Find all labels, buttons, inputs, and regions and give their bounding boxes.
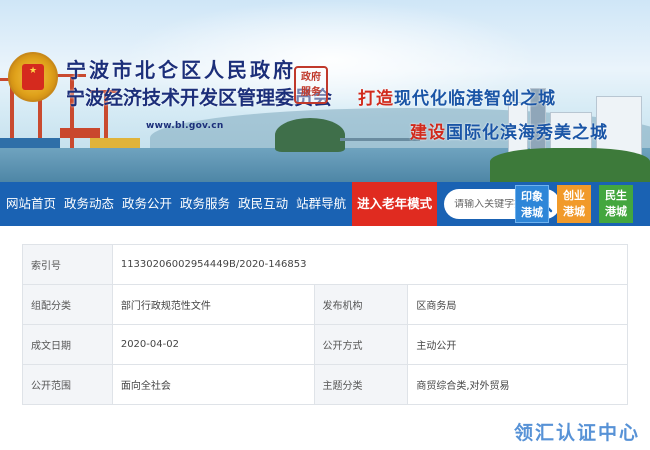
value-disclosure-method: 主动公开 (407, 324, 628, 365)
elder-mode-button[interactable]: 进入老年模式 (352, 182, 438, 226)
tile-livelihood-port-city[interactable]: 民生 港城 (599, 185, 633, 223)
site-title: 宁波市北仑区人民政府 (66, 58, 296, 82)
national-emblem-icon: ★ (8, 52, 58, 102)
nav-item-home[interactable]: 网站首页 (0, 182, 60, 226)
label-disclosure-method: 公开方式 (313, 324, 409, 365)
slogan-1: 打造现代化临港智创之城 (358, 89, 556, 109)
value-category: 部门行政规范性文件 (111, 284, 315, 325)
value-topic-category: 商贸综合类,对外贸易 (407, 364, 628, 405)
label-written-date: 成文日期 (22, 324, 113, 365)
site-url: www.bl.gov.cn (146, 121, 224, 131)
table-row: 索引号 11330206002954449B/2020-146853 (22, 244, 629, 285)
nav-item-news[interactable]: 政务动态 (60, 182, 118, 226)
table-row: 成文日期 2020-04-02 公开方式 主动公开 (22, 324, 628, 365)
main-nav: 网站首页 政务动态 政务公开 政务服务 政民互动 站群导航 进入老年模式 (0, 182, 650, 226)
table-row: 组配分类 部门行政规范性文件 发布机构 区商务局 (22, 284, 628, 325)
value-index-number: 11330206002954449B/2020-146853 (111, 244, 629, 285)
table-row: 公开范围 面向全社会 主题分类 商贸综合类,对外贸易 (22, 364, 628, 405)
label-disclosure-scope: 公开范围 (22, 364, 113, 405)
site-subtitle: 宁波经济技术开发区管理委员会 (66, 87, 333, 109)
nav-item-disclosure[interactable]: 政务公开 (118, 182, 176, 226)
nav-item-services[interactable]: 政务服务 (176, 182, 234, 226)
label-category: 组配分类 (22, 284, 113, 325)
nav-item-interaction[interactable]: 政民互动 (234, 182, 292, 226)
value-publisher: 区商务局 (407, 284, 628, 325)
nav-item-site-nav[interactable]: 站群导航 (292, 182, 350, 226)
header-banner: ★ 宁波市北仑区人民政府 宁波经济技术开发区管理委员会 www.bl.gov.c… (0, 0, 650, 182)
tile-startup-port-city[interactable]: 创业 港城 (557, 185, 591, 223)
value-written-date: 2020-04-02 (111, 324, 315, 365)
label-topic-category: 主题分类 (313, 364, 409, 405)
banner-island (275, 118, 345, 152)
watermark: 领汇认证中心 (513, 422, 640, 444)
label-publisher: 发布机构 (313, 284, 409, 325)
value-disclosure-scope: 面向全社会 (111, 364, 315, 405)
document-info-table: 索引号 11330206002954449B/2020-146853 组配分类 … (22, 244, 629, 405)
slogan-2: 建设国际化滨海秀美之城 (410, 123, 608, 143)
government-service-seal: 政府 服务 (294, 66, 328, 104)
tile-impression-port-city[interactable]: 印象 港城 (515, 185, 549, 223)
label-index-number: 索引号 (22, 244, 113, 285)
banner-bridge (340, 138, 420, 141)
